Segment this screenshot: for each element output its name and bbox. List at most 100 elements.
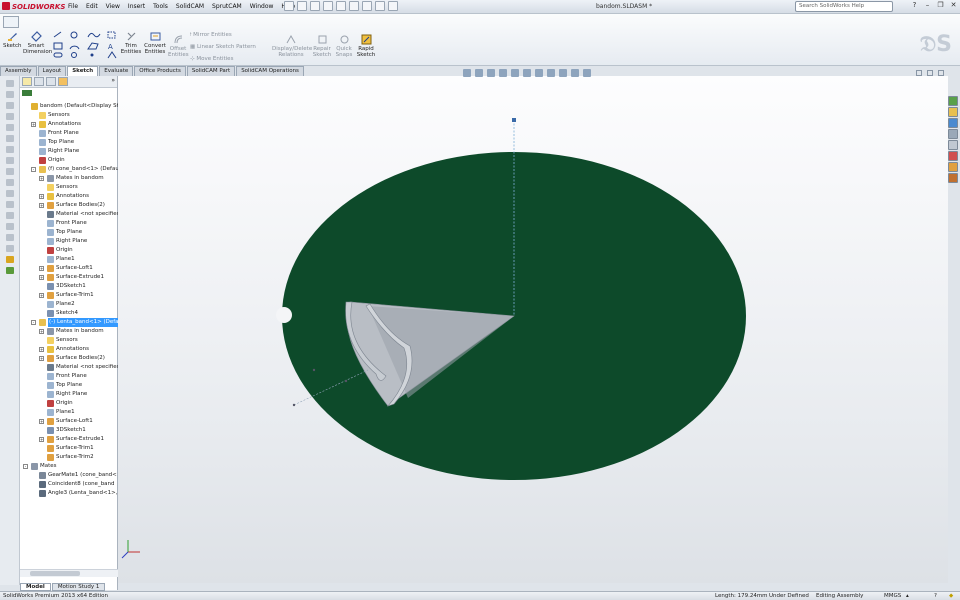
tree-item[interactable]: + Surface-Loft1: [20, 417, 118, 426]
expand-icon[interactable]: +: [39, 293, 44, 298]
tree-item[interactable]: Material <not specified>: [20, 363, 118, 372]
expand-icon[interactable]: +: [39, 347, 44, 352]
undo-icon[interactable]: [336, 1, 346, 11]
sketch-point[interactable]: [292, 403, 296, 407]
rectangle-icon[interactable]: [53, 42, 63, 50]
ellipse-icon[interactable]: [71, 52, 77, 58]
tree-item[interactable]: Plane1: [20, 255, 118, 264]
property-manager-icon[interactable]: [34, 77, 44, 86]
scrollbar-thumb[interactable]: [30, 571, 80, 576]
tree-item[interactable]: + Surface Bodies(2): [20, 354, 118, 363]
tree-item[interactable]: Sensors: [20, 336, 118, 345]
tree-item[interactable]: + Annotations: [20, 345, 118, 354]
restore-icon[interactable]: ❐: [936, 1, 945, 9]
tree-item[interactable]: 3DSketch1: [20, 282, 118, 291]
tool-icon[interactable]: [5, 146, 14, 153]
collapse-icon[interactable]: -: [23, 464, 28, 469]
sketch-button[interactable]: Sketch: [3, 31, 22, 49]
quick-snaps-button[interactable]: Quick Snaps: [334, 34, 354, 58]
tree-item[interactable]: Surface-Trim2: [20, 453, 118, 462]
circle-icon[interactable]: [70, 31, 78, 39]
sketch-point[interactable]: [312, 368, 316, 372]
command-manager-toggle[interactable]: [3, 16, 19, 28]
tool-icon[interactable]: [5, 157, 14, 164]
tool-icon[interactable]: [5, 234, 14, 241]
offset-entities-button[interactable]: Offset Entities: [168, 34, 189, 58]
sketch-point[interactable]: [344, 379, 348, 383]
print-icon[interactable]: [323, 1, 333, 11]
graphics-area[interactable]: [118, 69, 948, 583]
tree-item[interactable]: + Surface-Extrude1: [20, 435, 118, 444]
new-document-icon[interactable]: [284, 1, 294, 11]
tool-icon[interactable]: [5, 113, 14, 120]
sketch-endpoint[interactable]: [512, 118, 516, 122]
expand-icon[interactable]: +: [31, 122, 36, 127]
repair-sketch-button[interactable]: Repair Sketch: [312, 34, 332, 58]
expand-icon[interactable]: +: [39, 356, 44, 361]
view-palette-icon[interactable]: [948, 140, 958, 150]
tree-item[interactable]: + Surface-Trim1: [20, 291, 118, 300]
appearances-icon[interactable]: [948, 151, 958, 161]
bottom-tab-model[interactable]: Model: [20, 583, 51, 591]
file-explorer-icon[interactable]: [948, 118, 958, 128]
display-delete-relations-button[interactable]: Display/Delete Relations: [272, 34, 312, 58]
tree-item[interactable]: + Mates in bandom: [20, 174, 118, 183]
tree-item[interactable]: Angle3 (Lenta_band<1>,: [20, 489, 118, 498]
menu-file[interactable]: File: [68, 3, 78, 10]
move-entities-button[interactable]: ⊹ Move Entities: [190, 56, 233, 62]
text-icon[interactable]: A: [108, 43, 113, 51]
feature-tree-icon[interactable]: [22, 77, 32, 86]
tree-item[interactable]: + Annotations: [20, 120, 118, 129]
expand-icon[interactable]: +: [39, 194, 44, 199]
tool-icon[interactable]: [5, 190, 14, 197]
tree-item[interactable]: Origin: [20, 246, 118, 255]
tree-item[interactable]: Plane2: [20, 300, 118, 309]
tree-item[interactable]: + Mates in bandom: [20, 327, 118, 336]
polygon-icon[interactable]: [87, 42, 99, 50]
tree-item[interactable]: Plane1: [20, 408, 118, 417]
smart-dimension-button[interactable]: Smart Dimension: [23, 31, 52, 55]
solidworks-logo[interactable]: SOLIDWORKS: [2, 2, 65, 11]
tool-icon[interactable]: [5, 179, 14, 186]
linear-sketch-pattern-button[interactable]: ▦ Linear Sketch Pattern: [190, 44, 256, 50]
help-icon[interactable]: ?: [934, 592, 937, 600]
tree-item[interactable]: Coincident8 (cone_band: [20, 480, 118, 489]
bottom-tab-motion-study-1[interactable]: Motion Study 1: [51, 583, 106, 591]
tree-item[interactable]: Top Plane: [20, 381, 118, 390]
tree-item[interactable]: Sensors: [20, 183, 118, 192]
arc-icon[interactable]: [69, 45, 80, 50]
tree-item[interactable]: Sketch4: [20, 309, 118, 318]
tree-item[interactable]: - (f) cone_band<1> (Default<: [20, 165, 118, 174]
tree-item[interactable]: Front Plane: [20, 219, 118, 228]
menu-edit[interactable]: Edit: [86, 3, 98, 10]
configuration-manager-icon[interactable]: [46, 77, 56, 86]
tool-icon[interactable]: [5, 168, 14, 175]
menu-tools[interactable]: Tools: [153, 3, 168, 10]
tree-item[interactable]: Right Plane: [20, 390, 118, 399]
tab-layout[interactable]: Layout: [37, 66, 67, 76]
tab-solidcam-operations[interactable]: SolidCAM Operations: [236, 66, 304, 76]
chevron-right-icon[interactable]: »: [111, 77, 115, 86]
minimize-icon[interactable]: –: [923, 1, 932, 9]
solidcam-icon[interactable]: [948, 173, 958, 183]
menu-view[interactable]: View: [106, 3, 120, 10]
tree-item[interactable]: Surface-Trim1: [20, 444, 118, 453]
plane-sketch-icon[interactable]: [107, 51, 117, 59]
tree-item[interactable]: - (-) Lenta_band<1> (Default: [20, 318, 118, 327]
search-icon[interactable]: [948, 129, 958, 139]
tree-item[interactable]: - Mates: [20, 462, 118, 471]
expand-icon[interactable]: +: [39, 419, 44, 424]
menu-insert[interactable]: Insert: [128, 3, 145, 10]
tab-sketch[interactable]: Sketch: [67, 66, 99, 76]
tree-item[interactable]: Front Plane: [20, 372, 118, 381]
tree-item[interactable]: + Annotations: [20, 192, 118, 201]
menu-window[interactable]: Window: [250, 3, 274, 10]
tool-icon[interactable]: [5, 201, 14, 208]
tree-item[interactable]: bandom (Default<Display State: [20, 102, 118, 111]
convert-entities-button[interactable]: Convert Entities: [143, 31, 167, 55]
tool-icon[interactable]: [5, 124, 14, 131]
expand-icon[interactable]: +: [39, 203, 44, 208]
tree-item[interactable]: Front Plane: [20, 129, 118, 138]
tool-icon[interactable]: [5, 223, 14, 230]
tool-icon[interactable]: [5, 212, 14, 219]
